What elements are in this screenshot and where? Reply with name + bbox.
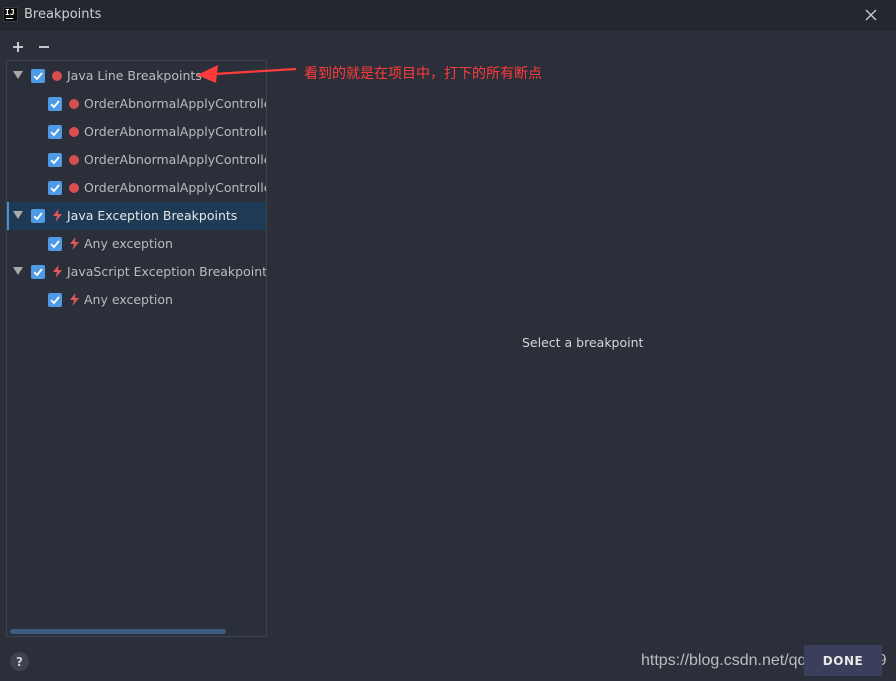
expand-arrow-icon[interactable] [13, 267, 23, 275]
breakpoint-checkbox[interactable] [48, 293, 62, 307]
lightning-icon [52, 209, 63, 222]
breakpoint-checkbox[interactable] [31, 265, 45, 279]
checkmark-icon [50, 184, 60, 193]
breakpoints-tree[interactable]: Java Line Breakpoints OrderAbnormalApplyC… [6, 60, 267, 637]
breakpoint-label: Any exception [84, 292, 173, 307]
tree-child-row[interactable]: OrderAbnormalApplyController [7, 118, 266, 146]
help-button[interactable]: ? [10, 652, 29, 671]
tree-child-row[interactable]: OrderAbnormalApplyController [7, 146, 266, 174]
window-title: Breakpoints [24, 7, 102, 22]
annotation-arrow-icon [197, 65, 297, 83]
done-button[interactable]: DONE [804, 645, 882, 676]
minus-icon [39, 46, 49, 48]
breakpoint-label: OrderAbnormalApplyController [84, 96, 267, 111]
breakpoint-dot-icon [69, 127, 79, 137]
intellij-logo-icon: IJ [3, 7, 18, 22]
close-button[interactable] [861, 5, 881, 25]
breakpoint-dot-icon [69, 155, 79, 165]
tree-child-row[interactable]: OrderAbnormalApplyController [7, 174, 266, 202]
breakpoint-dot-icon [52, 71, 62, 81]
breakpoint-checkbox[interactable] [31, 209, 45, 223]
breakpoint-checkbox[interactable] [48, 97, 62, 111]
lightning-icon [52, 265, 63, 278]
breakpoint-label: JavaScript Exception Breakpoints [67, 264, 267, 279]
expand-arrow-icon[interactable] [13, 211, 23, 219]
add-breakpoint-button[interactable] [9, 38, 27, 56]
lightning-icon [69, 293, 80, 306]
tree-child-row[interactable]: Any exception [7, 230, 266, 258]
breakpoint-checkbox[interactable] [48, 153, 62, 167]
tree-group-row[interactable]: JavaScript Exception Breakpoints [7, 258, 266, 286]
breakpoint-label: Java Exception Breakpoints [67, 208, 238, 223]
expand-arrow-icon[interactable] [13, 71, 23, 79]
breakpoint-checkbox[interactable] [48, 237, 62, 251]
checkmark-icon [50, 100, 60, 109]
title-bar: IJ Breakpoints [0, 0, 896, 30]
lightning-icon [69, 237, 80, 250]
breakpoint-label: Any exception [84, 236, 173, 251]
tree-child-row[interactable]: Any exception [7, 286, 266, 314]
breakpoint-label: Java Line Breakpoints [67, 68, 202, 83]
breakpoint-checkbox[interactable] [48, 181, 62, 195]
breakpoint-label: OrderAbnormalApplyController [84, 180, 267, 195]
breakpoint-dot-icon [69, 183, 79, 193]
checkmark-icon [50, 156, 60, 165]
checkmark-icon [50, 296, 60, 305]
close-icon [865, 9, 877, 21]
annotation-text: 看到的就是在项目中，打下的所有断点 [304, 66, 542, 82]
breakpoint-dot-icon [69, 99, 79, 109]
tree-child-row[interactable]: OrderAbnormalApplyController [7, 90, 266, 118]
breakpoint-label: OrderAbnormalApplyController [84, 124, 267, 139]
checkmark-icon [33, 72, 43, 81]
horizontal-scrollbar[interactable] [10, 629, 226, 634]
breakpoint-checkbox[interactable] [31, 69, 45, 83]
checkmark-icon [33, 212, 43, 221]
breakpoint-label: OrderAbnormalApplyController [84, 152, 267, 167]
plus-icon [13, 42, 23, 52]
breakpoint-checkbox[interactable] [48, 125, 62, 139]
tree-group-row[interactable]: Java Exception Breakpoints [7, 202, 266, 230]
remove-breakpoint-button[interactable] [35, 38, 53, 56]
checkmark-icon [33, 268, 43, 277]
detail-empty-message: Select a breakpoint [522, 335, 644, 350]
checkmark-icon [50, 128, 60, 137]
checkmark-icon [50, 240, 60, 249]
